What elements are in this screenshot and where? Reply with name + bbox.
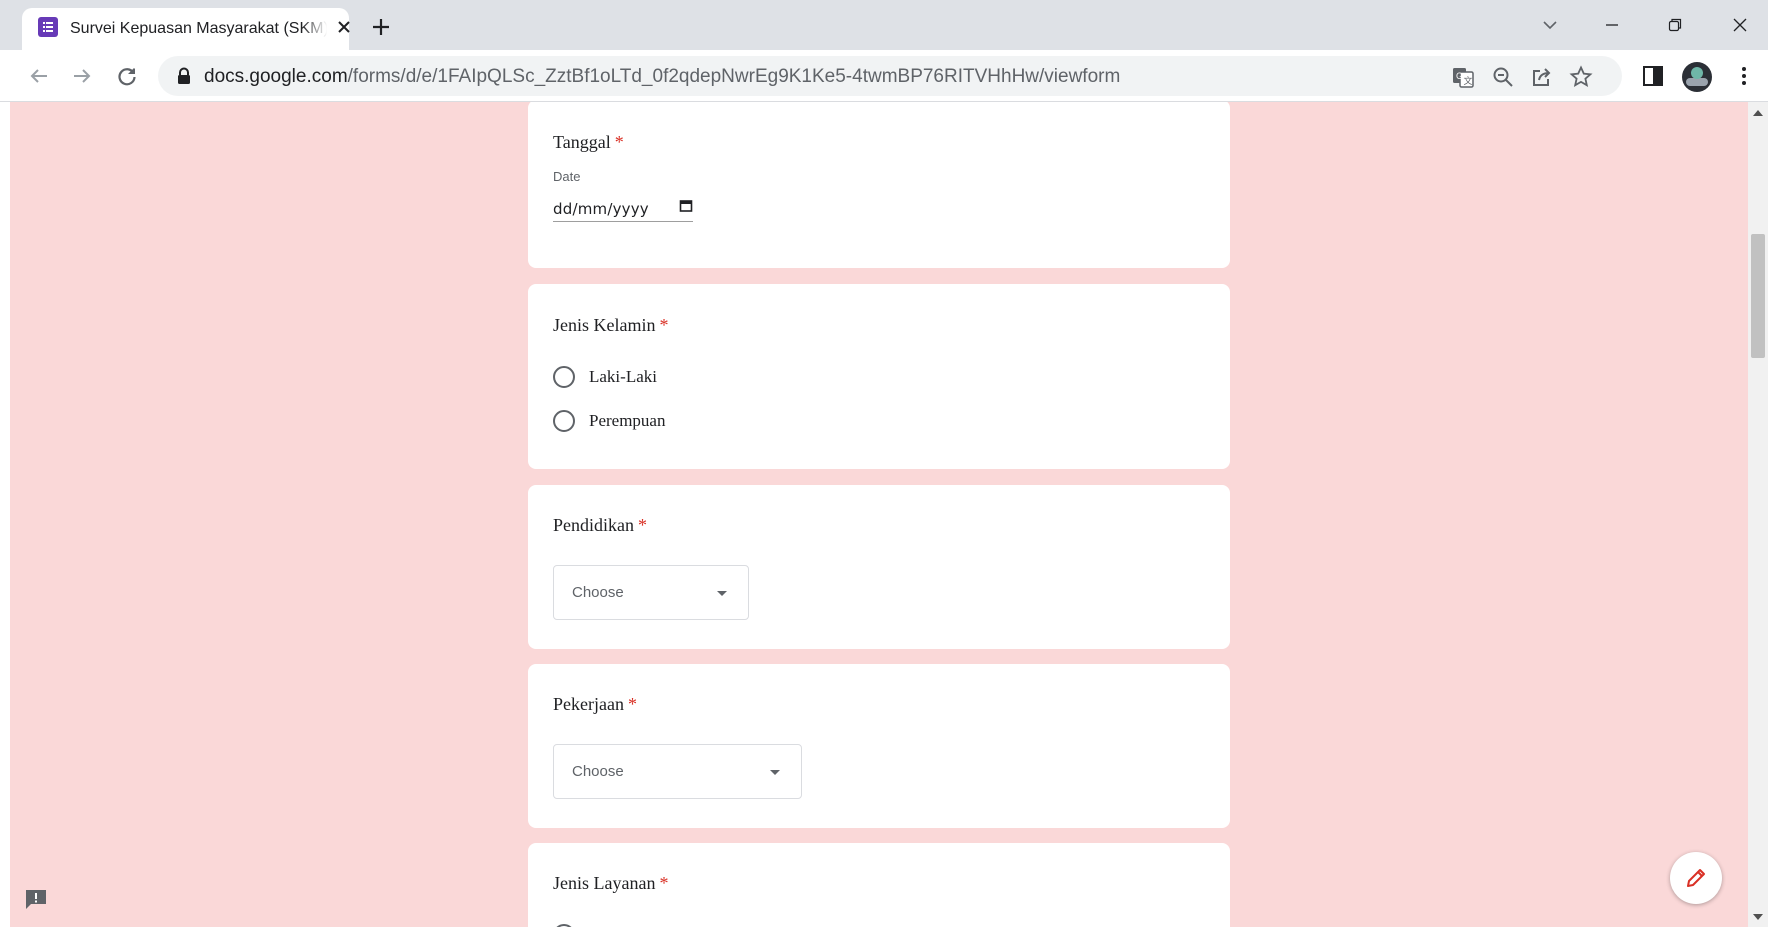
bookmark-star-icon[interactable]: [1569, 65, 1593, 89]
browser-toolbar: docs.google.com/forms/d/e/1FAIpQLSc_ZztB…: [0, 50, 1768, 102]
question-title-text: Jenis Kelamin: [553, 315, 656, 335]
plus-icon[interactable]: [368, 14, 394, 40]
lock-icon[interactable]: [176, 67, 192, 85]
url-host: docs.google.com: [204, 66, 348, 87]
question-title-text: Tanggal: [553, 132, 611, 152]
forward-icon[interactable]: [69, 63, 95, 89]
tab-title: Survei Kepuasan Masyarakat (SKM): [70, 20, 328, 37]
required-asterisk: *: [614, 132, 624, 152]
tab-search-icon[interactable]: [1535, 10, 1565, 40]
date-caption: Date: [553, 169, 581, 184]
tab-title-fade: [302, 14, 338, 42]
profile-avatar[interactable]: [1682, 62, 1712, 92]
form-page: Tanggal * Date dd/mm/yyyy Jenis Kelamin * …: [0, 102, 1768, 927]
question-title-text: Pekerjaan: [553, 694, 624, 714]
scroll-down-arrow-icon[interactable]: [1753, 914, 1763, 920]
radio-button[interactable]: [553, 366, 575, 388]
dropdown-value: Choose: [572, 763, 624, 780]
page-scrollbar[interactable]: [1748, 102, 1768, 927]
question-title: Pekerjaan *: [553, 693, 637, 715]
pencil-icon: [1687, 869, 1705, 887]
reload-icon[interactable]: [114, 63, 140, 89]
url-path: /forms/d/e/1FAIpQLSc_ZztBf1oLTd_0f2qdepN…: [347, 66, 1121, 87]
tab-strip: Survei Kepuasan Masyarakat (SKM): [0, 0, 1768, 50]
date-placeholder: dd/mm/yyyy: [553, 200, 649, 218]
calendar-icon[interactable]: [679, 199, 693, 213]
question-card-pekerjaan: Pekerjaan * Choose: [528, 664, 1230, 828]
pekerjaan-dropdown[interactable]: Choose: [553, 744, 802, 799]
dropdown-arrow-icon: [770, 770, 780, 775]
edit-button[interactable]: [1670, 852, 1722, 904]
question-card-tanggal: Tanggal * Date dd/mm/yyyy: [528, 102, 1230, 268]
required-asterisk: *: [627, 694, 637, 714]
question-title: Pendidikan *: [553, 514, 647, 536]
dropdown-arrow-icon: [717, 591, 727, 596]
required-asterisk: *: [638, 515, 647, 535]
question-card-jenis-kelamin: Jenis Kelamin * Laki-Laki Perempuan: [528, 284, 1230, 469]
radio-label: Perempuan: [589, 411, 666, 430]
pendidikan-dropdown[interactable]: Choose: [553, 565, 749, 620]
minimize-icon[interactable]: [1597, 10, 1627, 40]
svg-text:G: G: [1456, 71, 1463, 81]
question-title-text: Pendidikan: [553, 515, 634, 535]
url-text[interactable]: docs.google.com/forms/d/e/1FAIpQLSc_ZztB…: [204, 66, 1120, 88]
close-icon[interactable]: [1725, 10, 1755, 40]
side-panel-icon[interactable]: [1640, 63, 1666, 89]
scroll-up-arrow-icon[interactable]: [1753, 110, 1763, 116]
question-title: Jenis Kelamin *: [553, 314, 668, 336]
more-menu-icon[interactable]: [1731, 63, 1757, 89]
question-card-jenis-layanan: Jenis Layanan *: [528, 843, 1230, 927]
google-forms-icon: [38, 17, 58, 37]
radio-button[interactable]: [553, 410, 575, 432]
question-card-pendidikan: Pendidikan * Choose: [528, 485, 1230, 649]
browser-tab[interactable]: Survei Kepuasan Masyarakat (SKM): [22, 8, 350, 50]
zoom-out-icon[interactable]: [1491, 65, 1515, 89]
address-bar[interactable]: docs.google.com/forms/d/e/1FAIpQLSc_ZztB…: [158, 56, 1622, 96]
scroll-thumb[interactable]: [1751, 234, 1765, 358]
share-icon[interactable]: [1530, 65, 1554, 89]
left-edge: [0, 102, 10, 927]
question-title: Jenis Layanan *: [553, 872, 668, 894]
dropdown-value: Choose: [572, 584, 624, 601]
restore-icon[interactable]: [1660, 10, 1690, 40]
question-title: Tanggal *: [553, 131, 624, 153]
question-title-text: Jenis Layanan: [553, 873, 656, 893]
translate-icon[interactable]: G 文: [1451, 65, 1475, 89]
back-icon[interactable]: [26, 63, 52, 89]
required-asterisk: *: [659, 315, 669, 335]
svg-text:文: 文: [1464, 75, 1473, 86]
close-tab-icon[interactable]: [334, 17, 354, 37]
radio-label: Laki-Laki: [589, 367, 657, 386]
report-feedback-icon[interactable]: [24, 888, 48, 910]
date-input[interactable]: dd/mm/yyyy: [553, 196, 693, 222]
required-asterisk: *: [659, 873, 669, 893]
